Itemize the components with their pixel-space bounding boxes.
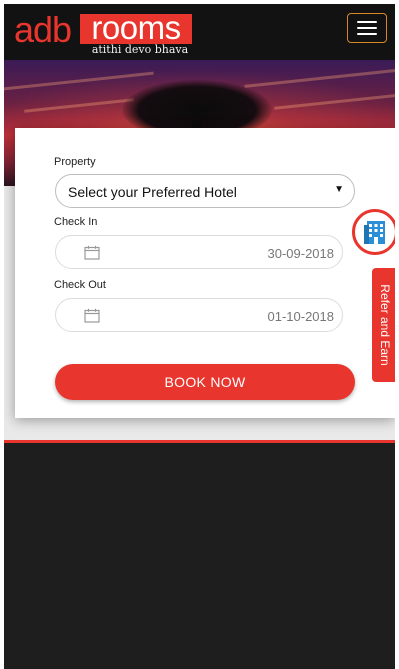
hamburger-menu-icon xyxy=(357,21,377,23)
hotel-building-icon xyxy=(364,221,385,244)
book-now-button[interactable]: BOOK NOW xyxy=(55,364,355,400)
logo-tagline: atithi devo bhava xyxy=(91,43,189,56)
brand-logo[interactable]: adb rooms atithi devo bhava xyxy=(14,10,204,56)
refer-and-earn-label: Refer and Earn xyxy=(378,284,392,366)
calendar-icon xyxy=(84,245,100,260)
logo-adb-text: adb xyxy=(14,9,72,50)
property-select[interactable]: Select your Preferred Hotel ▼ xyxy=(55,174,355,208)
app-screen: adb rooms atithi devo bhava Property Sel… xyxy=(4,4,395,669)
checkout-date-value: 01-10-2018 xyxy=(267,309,335,324)
calendar-icon xyxy=(84,308,100,323)
dropdown-arrow-icon: ▼ xyxy=(334,184,344,195)
checkin-date-field[interactable]: 30-09-2018 xyxy=(55,235,343,269)
property-select-value: Select your Preferred Hotel xyxy=(68,184,237,200)
top-navbar: adb rooms atithi devo bhava xyxy=(4,4,395,60)
checkin-date-value: 30-09-2018 xyxy=(267,246,335,261)
checkin-label: Check In xyxy=(54,216,98,228)
checkout-label: Check Out xyxy=(54,279,106,291)
booking-card: Property Select your Preferred Hotel ▼ C… xyxy=(15,128,395,418)
hamburger-menu-button[interactable] xyxy=(347,13,387,43)
logo-rooms-box: rooms xyxy=(80,9,192,46)
logo-rooms-text: rooms xyxy=(91,9,181,46)
refer-and-earn-tab[interactable]: Refer and Earn xyxy=(372,268,395,382)
property-label: Property xyxy=(54,156,96,168)
checkout-date-field[interactable]: 01-10-2018 xyxy=(55,298,343,332)
hotel-widget-button[interactable] xyxy=(352,209,395,255)
